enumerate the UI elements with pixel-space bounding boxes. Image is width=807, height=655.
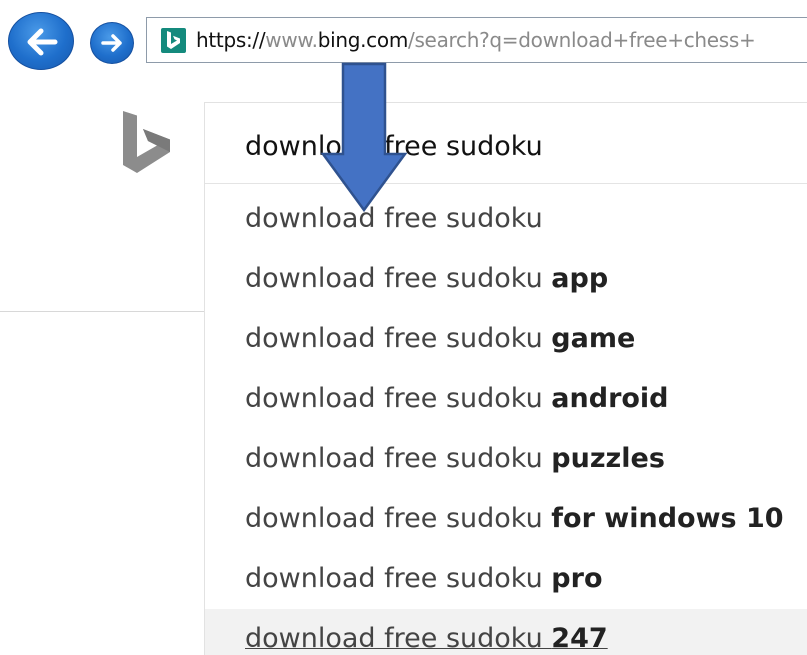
suggestion-extra: puzzles	[551, 443, 665, 474]
down-arrow-annotation	[320, 62, 408, 213]
url-prefix: www.	[265, 28, 318, 52]
suggestion-item[interactable]: download free sudoku pro	[205, 549, 807, 609]
search-divider	[205, 183, 807, 184]
bing-favicon-icon	[161, 28, 186, 53]
suggestion-extra: app	[551, 263, 609, 294]
url-scheme: https://	[196, 28, 266, 52]
suggestion-base: download free sudoku	[245, 263, 552, 294]
suggestion-base: download free sudoku	[245, 443, 552, 474]
suggestion-text: download free sudoku pro	[245, 563, 603, 594]
address-bar[interactable]: https://www.bing.com/search?q=download+f…	[146, 17, 807, 63]
suggestion-text: download free sudoku app	[245, 263, 608, 294]
suggestion-item[interactable]: download free sudoku app	[205, 249, 807, 309]
page-divider	[0, 311, 204, 312]
suggestion-text: download free sudoku android	[245, 383, 669, 414]
suggestion-item[interactable]: download free sudoku for windows 10	[205, 489, 807, 549]
suggestion-base: download free sudoku	[245, 623, 552, 654]
suggestion-item[interactable]: download free sudoku game	[205, 309, 807, 369]
suggestion-text: download free sudoku game	[245, 323, 635, 354]
suggestion-item[interactable]: download free sudoku puzzles	[205, 429, 807, 489]
arrow-right-icon	[101, 34, 122, 52]
suggestion-item[interactable]: download free sudoku android	[205, 369, 807, 429]
suggestion-item[interactable]: download free sudoku	[205, 189, 807, 249]
suggestion-base: download free sudoku	[245, 563, 552, 594]
suggestion-extra: game	[551, 323, 636, 354]
url-domain: bing.com	[317, 28, 409, 52]
screen: https://www.bing.com/search?q=download+f…	[0, 0, 807, 655]
suggestion-text: download free sudoku puzzles	[245, 443, 665, 474]
suggestion-extra: for windows 10	[551, 503, 784, 534]
forward-button[interactable]	[90, 22, 134, 64]
suggestion-extra: pro	[551, 563, 603, 594]
arrow-left-icon	[27, 28, 58, 56]
suggestion-base: download free sudoku	[245, 503, 552, 534]
bing-logo-icon[interactable]	[121, 111, 173, 183]
back-button[interactable]	[8, 12, 74, 70]
suggestion-base: download free sudoku	[245, 323, 552, 354]
search-panel: download free sudoku download free sudok…	[204, 102, 807, 655]
suggestion-base: download free sudoku	[245, 383, 552, 414]
suggestion-extra: android	[551, 383, 669, 414]
suggestion-text: download free sudoku 247	[245, 623, 608, 654]
suggestion-item-highlighted[interactable]: download free sudoku 247	[205, 609, 807, 655]
suggestion-extra: 247	[551, 623, 608, 654]
url-text[interactable]: https://www.bing.com/search?q=download+f…	[196, 27, 756, 53]
suggestion-text: download free sudoku for windows 10	[245, 503, 784, 534]
url-path: /search?q=download+free+chess+	[408, 28, 756, 52]
